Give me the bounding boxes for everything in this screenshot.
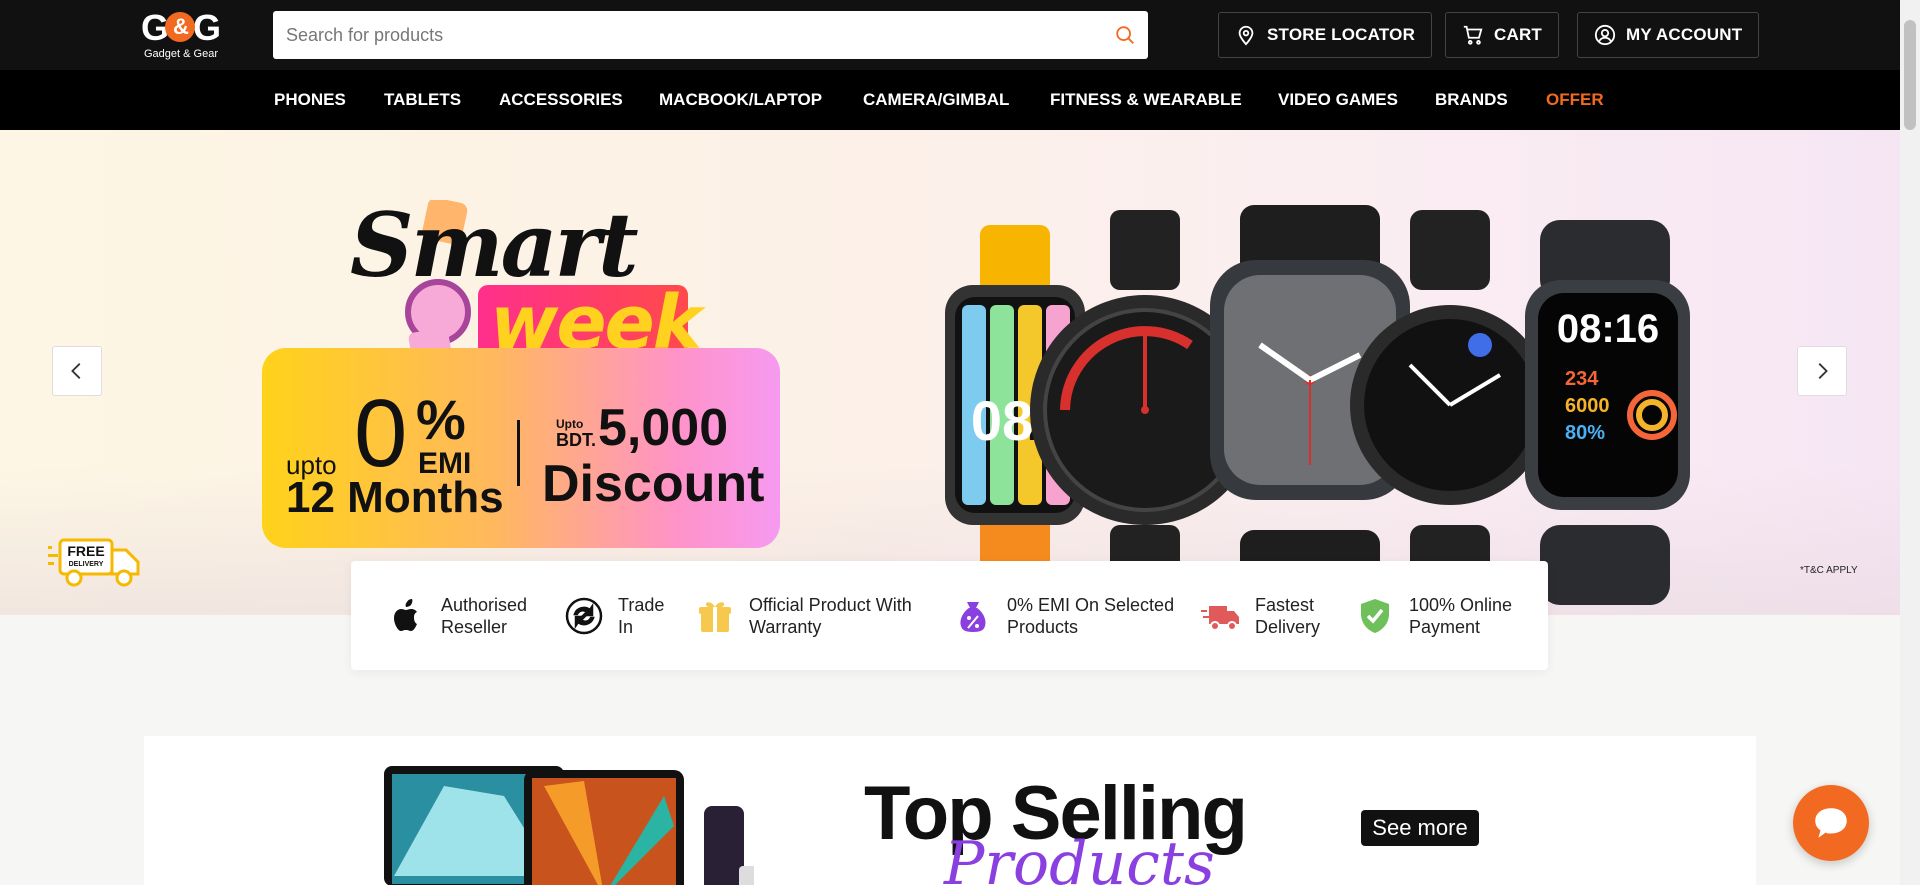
cart-button[interactable]: CART xyxy=(1445,12,1560,58)
feature-label: Trade In xyxy=(618,595,665,637)
feature-trade-in: Trade In xyxy=(562,589,678,643)
map-pin-icon xyxy=(1238,25,1254,46)
feature-label: Fastest Delivery xyxy=(1255,595,1321,637)
store-locator-label: STORE LOCATOR xyxy=(1267,25,1416,44)
devices-illustration xyxy=(384,766,754,885)
promo-discount: Discount xyxy=(542,455,765,513)
nav-camera-gimbal[interactable]: CAMERA/GIMBAL xyxy=(863,70,1009,130)
free-delivery-icon: FREE DELIVERY xyxy=(48,538,140,587)
promo-percent: % xyxy=(416,388,466,451)
watch1-hours: 08 xyxy=(971,389,1033,452)
watch5-calories: 234 xyxy=(1565,368,1599,390)
cart-label: CART xyxy=(1494,25,1543,44)
carousel-next-button[interactable] xyxy=(1797,346,1847,396)
user-icon xyxy=(1594,24,1616,46)
carousel-prev-button[interactable] xyxy=(52,346,102,396)
gift-icon xyxy=(693,594,737,638)
top-selling-subtitle: Products xyxy=(944,829,1215,885)
nav-fitness-wearable[interactable]: FITNESS & WEARABLE xyxy=(1050,70,1242,130)
search-icon[interactable] xyxy=(1114,24,1136,46)
search-input[interactable] xyxy=(273,11,1093,59)
chat-bubble-icon xyxy=(1815,808,1847,838)
shield-check-icon xyxy=(1353,594,1397,638)
chevron-left-icon xyxy=(71,363,81,379)
page-scrollbar[interactable] xyxy=(1900,0,1920,885)
chat-widget-button[interactable] xyxy=(1793,785,1869,861)
promo-currency: BDT. xyxy=(556,430,596,450)
my-account-label: MY ACCOUNT xyxy=(1626,25,1743,44)
banner-headline-smart: Smart xyxy=(350,193,639,297)
delivery-truck-icon xyxy=(1199,594,1243,638)
terms-note: *T&C APPLY xyxy=(1800,565,1858,576)
see-more-button[interactable]: See more xyxy=(1361,810,1479,846)
promo-divider xyxy=(517,420,520,486)
watch5-battery: 80% xyxy=(1565,422,1605,444)
store-locator-button[interactable]: STORE LOCATOR xyxy=(1218,12,1433,58)
logo-ampersand: & xyxy=(165,12,195,42)
trade-in-icon xyxy=(562,594,606,638)
feature-label: 0% EMI On Selected Products xyxy=(1007,595,1175,637)
watch5-time: 08:16 xyxy=(1557,307,1659,351)
feature-label: 100% Online Payment xyxy=(1409,595,1513,637)
feature-strip: Authorised Reseller Trade In Official Pr… xyxy=(351,561,1548,670)
cart-icon xyxy=(1463,25,1483,45)
search-box xyxy=(273,11,1148,59)
emi-bag-icon xyxy=(951,594,995,638)
promo-zero: 0 xyxy=(354,380,408,487)
feature-authorised-reseller: Authorised Reseller xyxy=(385,589,551,643)
feature-official-warranty: Official Product With Warranty xyxy=(693,589,929,643)
smartwatches-image: 08 20 08:16 234 6000 80% xyxy=(945,205,1690,615)
watch5-steps: 6000 xyxy=(1565,395,1610,417)
nav-tablets[interactable]: TABLETS xyxy=(384,70,461,130)
feature-label: Authorised Reseller xyxy=(441,595,528,637)
nav-accessories[interactable]: ACCESSORIES xyxy=(499,70,623,130)
free-delivery-text-1: FREE xyxy=(67,543,104,559)
hero-banner[interactable]: Smart week upto 0 % EMI 12 Months Upto B… xyxy=(0,130,1900,615)
apple-icon xyxy=(385,594,429,638)
emi-discount-card: upto 0 % EMI 12 Months Upto BDT. 5,000 D… xyxy=(262,348,780,548)
site-logo[interactable]: GG & Gadget & Gear xyxy=(141,10,221,61)
nav-macbook-laptop[interactable]: MACBOOK/LAPTOP xyxy=(659,70,822,130)
free-delivery-text-2: DELIVERY xyxy=(69,561,104,568)
nav-brands[interactable]: BRANDS xyxy=(1435,70,1508,130)
chevron-right-icon xyxy=(1818,363,1828,379)
logo-mark: GG & xyxy=(141,10,221,46)
feature-emi: 0% EMI On Selected Products xyxy=(951,589,1187,643)
my-account-button[interactable]: MY ACCOUNT xyxy=(1577,12,1760,58)
feature-fastest-delivery: Fastest Delivery xyxy=(1199,589,1335,643)
top-header: GG & Gadget & Gear STORE LOCATOR CART MY… xyxy=(0,0,1900,70)
nav-offer[interactable]: OFFER xyxy=(1546,70,1604,130)
top-selling-banner[interactable]: Top Selling Products See more xyxy=(144,736,1756,885)
feature-label: Official Product With Warranty xyxy=(749,595,912,637)
nav-video-games[interactable]: VIDEO GAMES xyxy=(1278,70,1398,130)
logo-tagline: Gadget & Gear xyxy=(144,48,218,60)
main-nav: PHONES TABLETS ACCESSORIES MACBOOK/LAPTO… xyxy=(0,70,1900,130)
promo-amount: 5,000 xyxy=(598,399,729,457)
logo-letter-right: G xyxy=(193,7,221,48)
scrollbar-thumb[interactable] xyxy=(1904,20,1916,130)
promo-months: 12 Months xyxy=(286,473,504,522)
feature-online-payment: 100% Online Payment xyxy=(1353,589,1529,643)
logo-letter-left: G xyxy=(141,7,169,48)
nav-phones[interactable]: PHONES xyxy=(274,70,346,130)
